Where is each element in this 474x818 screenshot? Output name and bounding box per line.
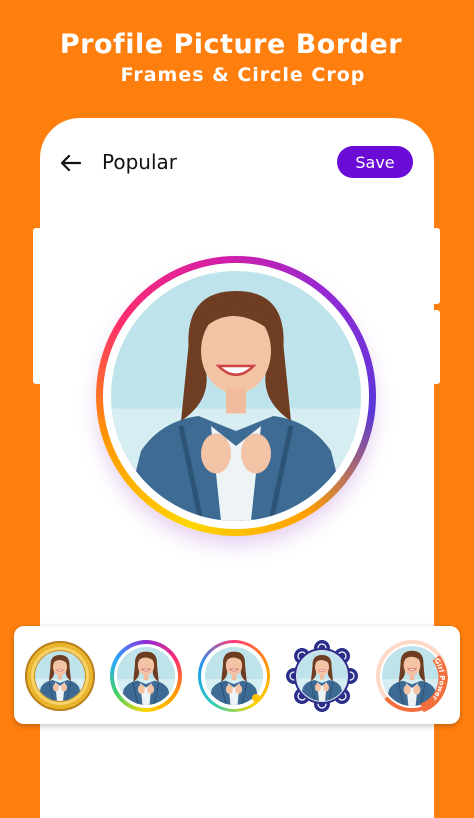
frame-thumb-rainbow-ring[interactable] <box>110 640 182 712</box>
app-toolbar: Popular Save <box>40 140 434 186</box>
frame-thumb-girl-power[interactable]: Girl Power <box>376 640 448 712</box>
back-button[interactable] <box>58 150 84 176</box>
frame-thumb-gradient-ring[interactable] <box>198 640 270 712</box>
frame-thumb-photo <box>35 651 85 701</box>
save-button[interactable]: Save <box>337 146 413 178</box>
frame-thumb-photo <box>117 647 175 705</box>
promo-title-line2: Frames & Circle Crop <box>120 64 366 86</box>
arrow-left-icon <box>60 154 82 172</box>
promo-title-line1: Profile Picture Border <box>59 29 403 60</box>
frame-dot-accent <box>252 694 260 702</box>
frame-picker: Girl Power <box>14 626 460 724</box>
screen-title: Popular <box>102 150 177 174</box>
frame-thumb-flower-pattern[interactable] <box>286 640 358 712</box>
frame-thumb-photo <box>297 651 347 701</box>
frame-thumb-gold-badge[interactable] <box>24 640 96 712</box>
profile-photo <box>111 271 361 521</box>
profile-preview <box>96 256 376 536</box>
promo-title: Profile Picture Border Frames & Circle C… <box>0 28 474 88</box>
